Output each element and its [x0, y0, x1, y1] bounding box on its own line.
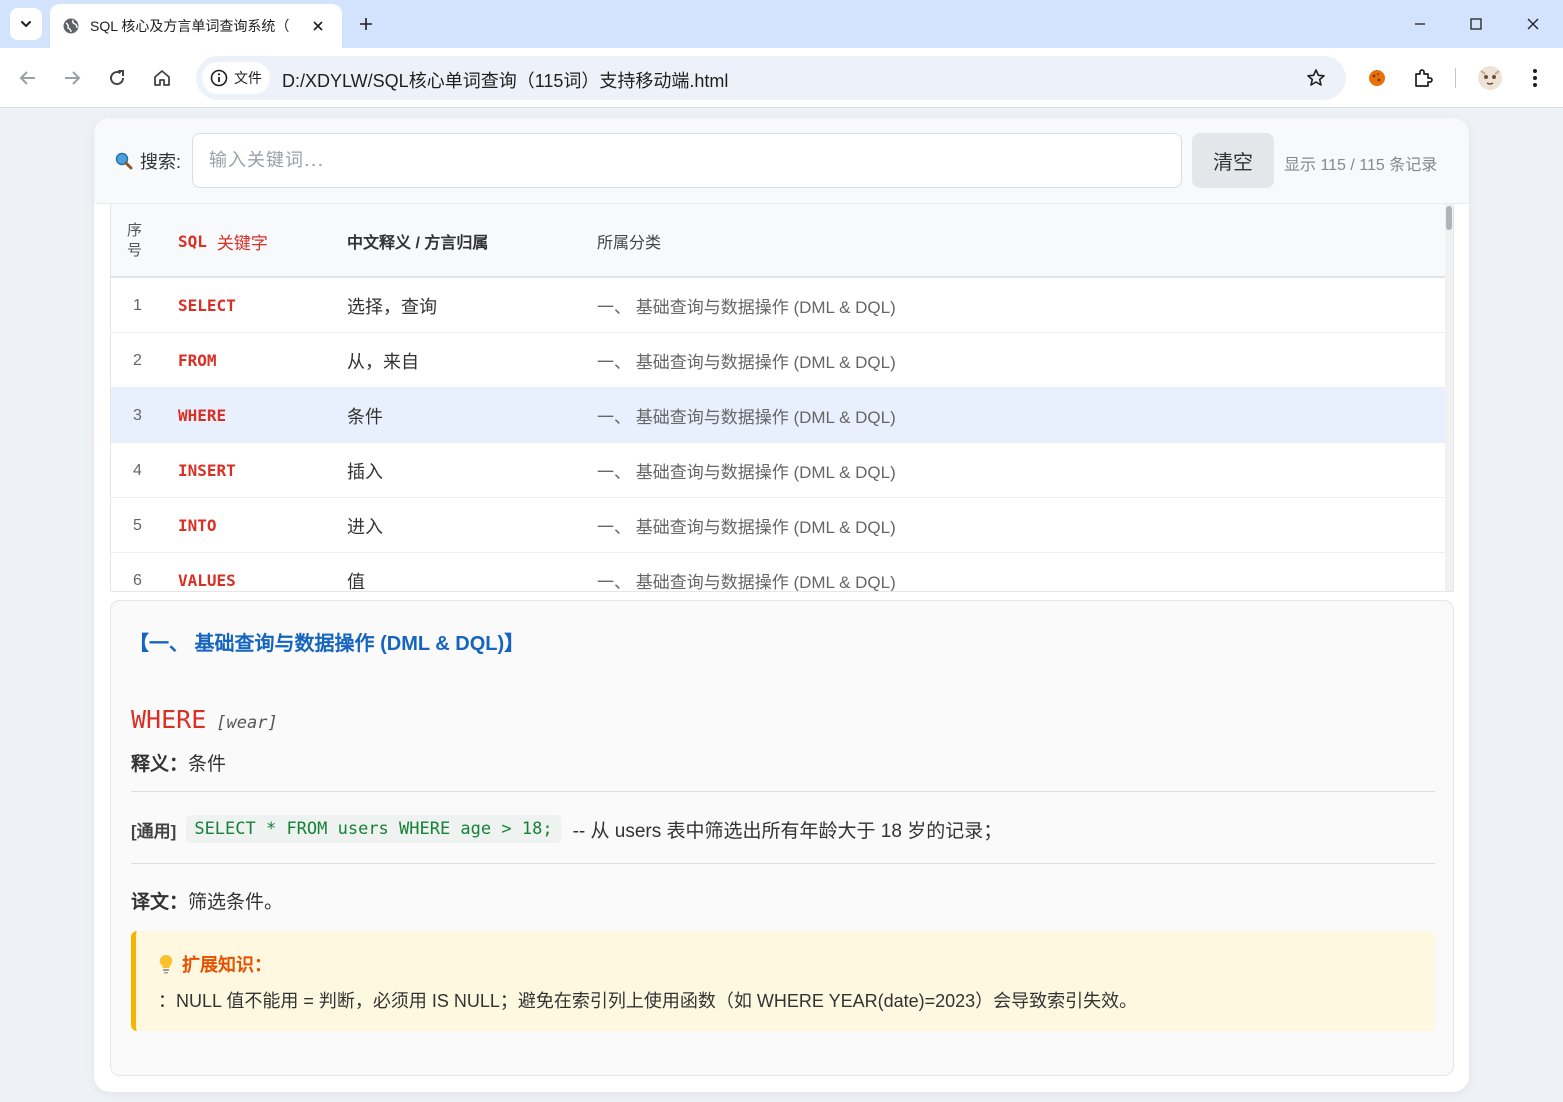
profile-avatar-icon[interactable]: [1476, 64, 1504, 92]
extension-title: 扩展知识：: [158, 951, 272, 977]
row-category: 一、 基础查询与数据操作 (DML & DQL): [597, 518, 896, 537]
globe-icon: [62, 17, 80, 35]
row-keyword: VALUES: [178, 571, 236, 590]
table-header: 序号 SQL 关键字 中文释义 / 方言归属 所属分类: [111, 204, 1447, 278]
header-meaning: 中文释义 / 方言归属: [347, 235, 489, 252]
row-keyword: SELECT: [178, 296, 236, 315]
info-icon: [210, 69, 228, 87]
row-keyword: FROM: [178, 351, 217, 370]
row-category: 一、 基础查询与数据操作 (DML & DQL): [597, 408, 896, 427]
maximize-icon[interactable]: [1464, 12, 1488, 36]
scrollbar-thumb[interactable]: [1446, 206, 1452, 230]
row-meaning: 条件: [347, 406, 383, 427]
back-arrow-icon[interactable]: [14, 64, 42, 92]
toolbar-separator: [1455, 68, 1456, 88]
row-category: 一、 基础查询与数据操作 (DML & DQL): [597, 463, 896, 482]
active-tab[interactable]: SQL 核心及方言单词查询系统（: [50, 4, 342, 48]
extensions-puzzle-icon[interactable]: [1409, 64, 1437, 92]
close-tab-icon[interactable]: [308, 16, 328, 36]
detail-example: [通用] SELECT * FROM users WHERE age > 18;…: [131, 815, 1002, 843]
tab-search-button[interactable]: [10, 8, 42, 40]
forward-arrow-icon[interactable]: [58, 64, 86, 92]
table-row[interactable]: 2 FROM 从，来自 一、 基础查询与数据操作 (DML & DQL): [111, 333, 1447, 388]
translation-label: 译文：: [131, 892, 189, 913]
translation-text: 筛选条件。: [188, 892, 284, 913]
table-row[interactable]: 4 INSERT 插入 一、 基础查询与数据操作 (DML & DQL): [111, 443, 1447, 498]
row-meaning: 进入: [347, 516, 383, 537]
close-window-icon[interactable]: [1521, 12, 1545, 36]
new-tab-plus-icon[interactable]: [354, 12, 378, 36]
record-count: 显示 115 / 115 条记录: [1284, 157, 1438, 174]
detail-word-line: WHERE [wear]: [131, 705, 278, 734]
row-meaning: 值: [347, 571, 365, 592]
divider: [131, 791, 1435, 792]
row-keyword: INTO: [178, 516, 217, 535]
detail-panel: 【一、 基础查询与数据操作 (DML & DQL)】 WHERE [wear] …: [110, 600, 1454, 1076]
minimize-icon[interactable]: [1408, 12, 1432, 36]
reload-icon[interactable]: [103, 64, 131, 92]
example-comment: -- 从 users 表中筛选出所有年龄大于 18 岁的记录；: [572, 820, 1003, 842]
row-category: 一、 基础查询与数据操作 (DML & DQL): [597, 353, 896, 372]
definition-label: 释义：: [131, 754, 189, 775]
table-row[interactable]: 5 INTO 进入 一、 基础查询与数据操作 (DML & DQL): [111, 498, 1447, 553]
row-keyword: WHERE: [178, 406, 227, 425]
table-row[interactable]: 3 WHERE 条件 一、 基础查询与数据操作 (DML & DQL): [111, 388, 1447, 443]
definition-text: 条件: [188, 754, 227, 775]
browser-tab-bar: SQL 核心及方言单词查询系统（: [0, 0, 1563, 48]
row-meaning: 选择，查询: [347, 296, 437, 317]
search-bar: 搜索: 清空 显示 115 / 115 条记录: [94, 118, 1469, 204]
search-label-text: 搜索:: [140, 152, 182, 172]
row-number: 6: [133, 571, 142, 589]
header-sql-text: SQL: [178, 231, 207, 251]
row-category: 一、 基础查询与数据操作 (DML & DQL): [597, 298, 896, 317]
header-sql-keyword: SQL 关键字: [178, 204, 268, 278]
header-number: 序号: [127, 222, 143, 259]
row-number: 3: [133, 406, 142, 424]
keyword-table: 序号 SQL 关键字 中文释义 / 方言归属 所属分类 1 SELECT 选择，查询…: [110, 204, 1454, 592]
row-number: 1: [133, 296, 142, 314]
row-number: 2: [133, 351, 142, 369]
table-scrollbar[interactable]: [1445, 204, 1453, 591]
detail-phonetic: [wear]: [216, 713, 278, 733]
extension-text: ：NULL 值不能用 = 判断，必须用 IS NULL；避免在索引列上使用函数（…: [158, 991, 1138, 1011]
magnifier-icon: [114, 151, 134, 171]
browser-toolbar: 文件 D:/XDYLW/SQL核心单词查询（115词）支持移动端.html: [0, 48, 1563, 108]
tab-title: SQL 核心及方言单词查询系统（: [90, 18, 290, 34]
example-tag: [通用]: [131, 821, 177, 841]
address-bar[interactable]: 文件 D:/XDYLW/SQL核心单词查询（115词）支持移动端.html: [196, 56, 1346, 100]
example-code: SELECT * FROM users WHERE age > 18;: [186, 815, 561, 843]
header-keyword-cn: 关键字: [216, 233, 268, 254]
detail-word: WHERE: [131, 705, 207, 734]
search-label: 搜索:: [114, 148, 181, 174]
main-card: 搜索: 清空 显示 115 / 115 条记录 序号 SQL 关键字 中文释义 …: [94, 118, 1469, 1092]
row-meaning: 从，来自: [347, 351, 419, 372]
row-number: 5: [133, 516, 142, 534]
table-row[interactable]: 6 VALUES 值 一、 基础查询与数据操作 (DML & DQL): [111, 553, 1447, 592]
detail-definition: 释义：条件: [131, 749, 226, 776]
site-info-chip[interactable]: 文件: [202, 62, 270, 94]
clear-button[interactable]: 清空: [1192, 133, 1274, 188]
site-chip-label: 文件: [234, 70, 262, 86]
lightbulb-icon: [158, 954, 174, 974]
extension-knowledge-box: 扩展知识： ：NULL 值不能用 = 判断，必须用 IS NULL；避免在索引列…: [131, 931, 1435, 1031]
chevron-down-icon: [21, 21, 31, 28]
detail-translation: 译文：筛选条件。: [131, 887, 283, 914]
header-category: 所属分类: [597, 235, 662, 252]
row-number: 4: [133, 461, 142, 479]
extension-title-text: 扩展知识：: [182, 955, 272, 975]
cookie-extension-icon[interactable]: [1363, 64, 1391, 92]
menu-more-icon[interactable]: [1521, 64, 1549, 92]
url-text[interactable]: D:/XDYLW/SQL核心单词查询（115词）支持移动端.html: [282, 67, 728, 93]
row-keyword: INSERT: [178, 461, 236, 480]
detail-category-title: 【一、 基础查询与数据操作 (DML & DQL)】: [129, 633, 525, 655]
row-category: 一、 基础查询与数据操作 (DML & DQL): [597, 573, 896, 592]
bookmark-star-icon[interactable]: [1304, 66, 1328, 90]
divider: [131, 863, 1435, 864]
home-icon[interactable]: [148, 64, 176, 92]
search-input[interactable]: [192, 133, 1182, 188]
row-meaning: 插入: [347, 461, 383, 482]
table-row[interactable]: 1 SELECT 选择，查询 一、 基础查询与数据操作 (DML & DQL): [111, 278, 1447, 333]
